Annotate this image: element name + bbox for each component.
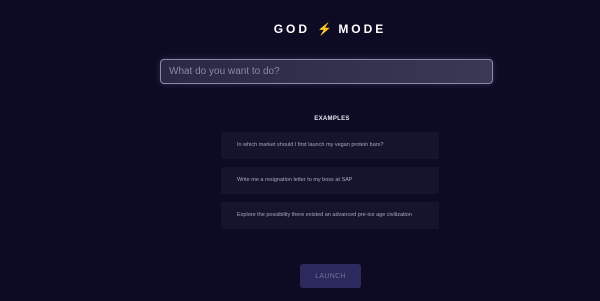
task-prompt-input[interactable] [160, 59, 493, 84]
launch-button[interactable]: LAUNCH [300, 264, 361, 288]
examples-heading: EXAMPLES [314, 116, 350, 122]
title-mode: MODE [338, 22, 387, 36]
example-item-resignation-letter[interactable]: Write me a resignation letter to my boss… [221, 167, 439, 194]
app-title: GOD ⚡ MODE [0, 22, 600, 36]
lightning-bolt-icon: ⚡ [314, 22, 333, 36]
example-item-pre-ice-age-civilization[interactable]: Explore the possibility there existed an… [221, 202, 439, 229]
title-god: GOD [273, 22, 311, 36]
example-item-vegan-protein-bars[interactable]: In which market should I first launch my… [221, 132, 439, 159]
